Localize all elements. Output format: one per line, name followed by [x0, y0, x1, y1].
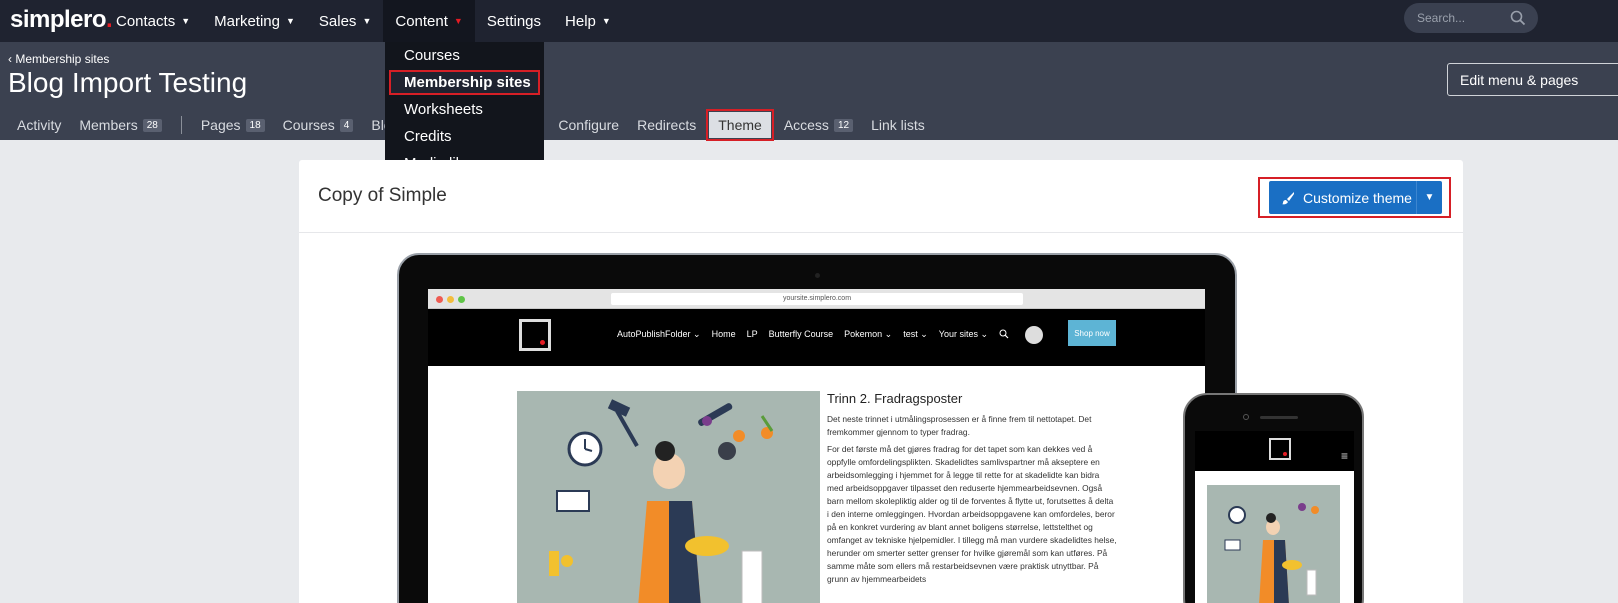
- article-heading: Trinn 2. Fradragsposter: [827, 391, 963, 406]
- top-navbar: simplero. Contacts ▼ Marketing ▼ Sales ▼ Co…: [0, 0, 1618, 42]
- maximize-dot-icon: [458, 296, 465, 303]
- nav-settings-label: Settings: [486, 12, 542, 30]
- breadcrumb[interactable]: ‹ Membership sites: [8, 52, 109, 66]
- nav-marketing-label: Marketing: [214, 12, 280, 30]
- tab-label: Access: [783, 117, 829, 133]
- multitasking-woman-image: [1224, 503, 1319, 603]
- page-title: Blog Import Testing: [8, 67, 248, 98]
- site-menu-item: AutoPublishFolder ⌄: [617, 329, 701, 339]
- nav-marketing[interactable]: Marketing ▼: [202, 0, 307, 42]
- site-logo-icon: [519, 319, 551, 351]
- nav-settings[interactable]: Settings: [475, 0, 553, 42]
- logo-text: simplero: [10, 6, 107, 33]
- chevron-down-icon: ▼: [285, 16, 295, 26]
- tab-label: Configure: [558, 117, 620, 133]
- chevron-down-icon: ▼: [453, 16, 463, 26]
- close-dot-icon: [436, 296, 443, 303]
- edit-menu-pages-button[interactable]: Edit menu & pages: [1447, 63, 1618, 96]
- site-header: AutoPublishFolder ⌄ Home LP Butterfly Co…: [428, 309, 1205, 366]
- content-dropdown-menu: Courses Membership sites Worksheets Cred…: [385, 42, 544, 178]
- tab-configure[interactable]: Configure: [549, 112, 628, 138]
- tab-label: Courses: [282, 117, 335, 133]
- nav-sales[interactable]: Sales ▼: [307, 0, 383, 42]
- theme-name: Copy of Simple: [318, 185, 447, 206]
- count-badge: 28: [142, 118, 162, 132]
- site-menu-item: test ⌄: [903, 329, 928, 339]
- article-illustration: [517, 391, 820, 603]
- count-badge: 12: [833, 118, 854, 132]
- tab-label: Pages: [200, 117, 241, 133]
- article-paragraph: Det neste trinnet i utmålingsprosessen e…: [827, 414, 1092, 437]
- multitasking-woman-image: [549, 399, 774, 603]
- phone-preview: ≡: [1183, 393, 1364, 603]
- laptop-preview: yoursite.simplero.com AutoPublishFolder …: [397, 253, 1237, 603]
- customize-highlight: Customize theme ▼: [1258, 177, 1451, 218]
- caret-down-icon: ▼: [1424, 192, 1435, 203]
- tab-activity[interactable]: Activity: [8, 112, 70, 138]
- chevron-down-icon: ▼: [362, 16, 372, 26]
- site-logo-icon: [1269, 438, 1291, 460]
- count-badge: 4: [339, 118, 354, 132]
- simplero-logo[interactable]: simplero.: [10, 6, 113, 34]
- tab-link-lists[interactable]: Link lists: [862, 112, 934, 138]
- article-content: Trinn 2. Fradragsposter Det neste trinne…: [827, 392, 1117, 590]
- customize-theme-label: Customize theme: [1303, 189, 1412, 206]
- site-menu-item: Butterfly Course: [768, 329, 834, 339]
- tab-divider: [180, 116, 182, 134]
- tab-label: Link lists: [871, 117, 925, 133]
- camera-icon: [1243, 414, 1249, 420]
- phone-screen: [1195, 471, 1354, 603]
- search-icon[interactable]: [1509, 9, 1527, 27]
- article-paragraph: For det første må det gjøres fradrag for…: [827, 444, 1117, 584]
- browser-bar: yoursite.simplero.com: [428, 289, 1205, 309]
- card-divider: [299, 232, 1463, 233]
- nav-contacts-label: Contacts: [116, 12, 176, 30]
- tab-label: Members: [79, 117, 138, 133]
- nav-content-label: Content: [395, 12, 448, 30]
- tab-members[interactable]: Members 28: [70, 112, 170, 138]
- menu-item-credits[interactable]: Credits: [404, 128, 452, 145]
- hamburger-menu-icon: ≡: [1341, 449, 1349, 463]
- shop-now-button: Shop now: [1068, 320, 1116, 346]
- chevron-down-icon: ▼: [601, 16, 611, 26]
- nav-sales-label: Sales: [318, 12, 357, 30]
- customize-dropdown-toggle[interactable]: ▼: [1416, 181, 1442, 214]
- menu-item-courses[interactable]: Courses: [404, 47, 460, 64]
- tab-pages[interactable]: Pages 18: [192, 112, 274, 138]
- site-menu: AutoPublishFolder ⌄ Home LP Butterfly Co…: [617, 329, 1009, 340]
- tab-theme[interactable]: Theme: [706, 109, 774, 141]
- nav-contacts[interactable]: Contacts ▼: [104, 0, 202, 42]
- customize-theme-button[interactable]: Customize theme ▼: [1269, 181, 1442, 214]
- preview-screen: yoursite.simplero.com AutoPublishFolder …: [428, 289, 1205, 603]
- search-icon: [999, 329, 1009, 339]
- nav-help-label: Help: [565, 12, 596, 30]
- main-nav: Contacts ▼ Marketing ▼ Sales ▼ Content ▼ Set…: [104, 0, 623, 42]
- site-menu-item: Your sites ⌄: [938, 329, 989, 339]
- url-bar: yoursite.simplero.com: [611, 293, 1023, 305]
- phone-site-header: ≡: [1195, 431, 1354, 471]
- avatar: [1025, 326, 1043, 344]
- site-menu-item: Home: [711, 329, 736, 339]
- nav-content[interactable]: Content ▼: [383, 0, 475, 42]
- site-menu-item: Pokemon ⌄: [844, 329, 893, 339]
- phone-article-illustration: [1207, 485, 1340, 603]
- brush-icon: [1282, 191, 1294, 204]
- menu-item-worksheets[interactable]: Worksheets: [404, 101, 483, 118]
- count-badge: 18: [245, 118, 265, 132]
- tab-label: Redirects: [637, 117, 697, 133]
- nav-help[interactable]: Help ▼: [553, 0, 623, 42]
- site-menu-item: LP: [746, 329, 758, 339]
- speaker-icon: [1260, 416, 1298, 419]
- tab-redirects[interactable]: Redirects: [628, 112, 705, 138]
- tab-access[interactable]: Access 12: [775, 112, 862, 138]
- search-placeholder: Search...: [1417, 11, 1466, 25]
- tab-courses[interactable]: Courses 4: [274, 112, 363, 138]
- minimize-dot-icon: [447, 296, 454, 303]
- camera-icon: [815, 273, 820, 278]
- search-input[interactable]: Search...: [1404, 3, 1538, 33]
- tab-label: Activity: [17, 117, 62, 133]
- chevron-down-icon: ▼: [181, 16, 191, 26]
- menu-item-membership-sites[interactable]: Membership sites: [389, 70, 540, 95]
- tab-label: Theme: [718, 117, 762, 133]
